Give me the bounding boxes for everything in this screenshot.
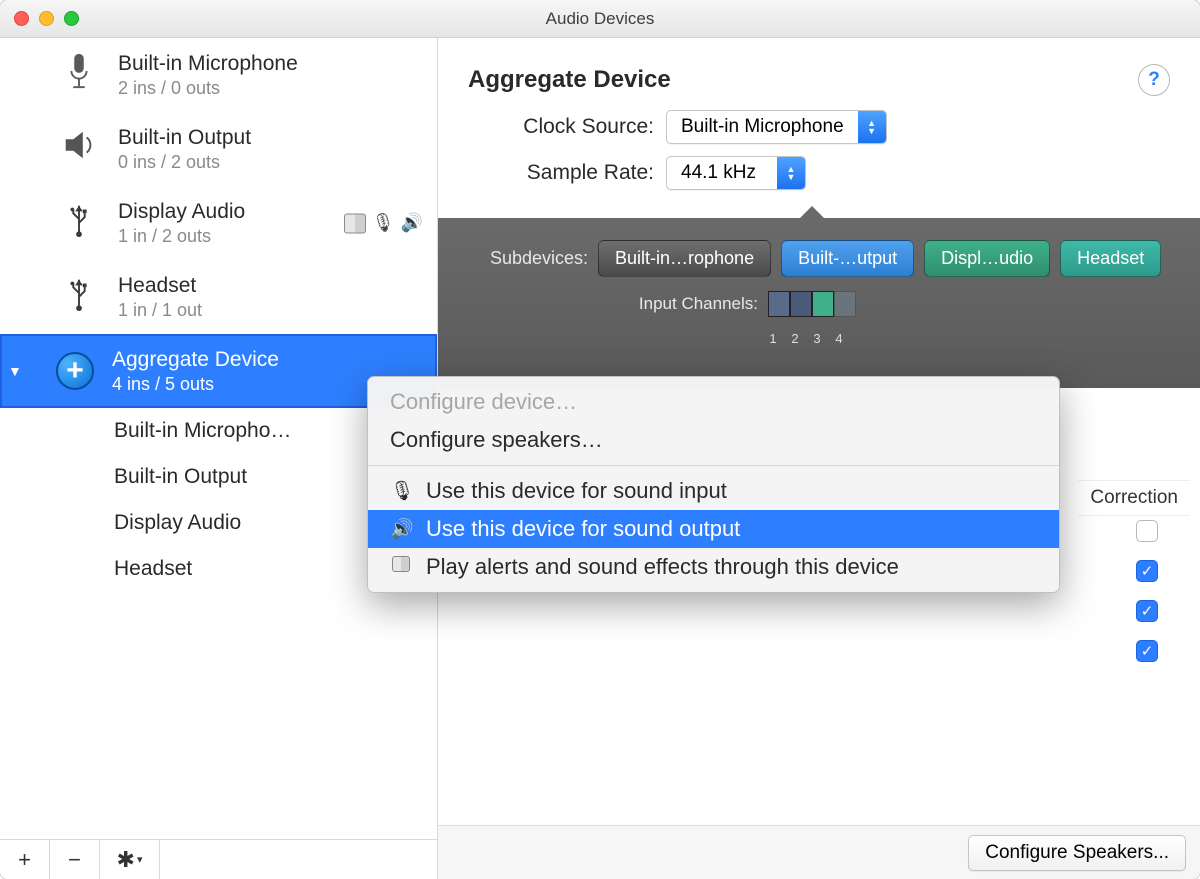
clock-source-select[interactable]: Built-in Microphone ▲▼ [666,110,887,144]
device-io: 4 ins / 5 outs [112,374,279,395]
sample-rate-select[interactable]: 44.1 kHz ▲▼ [666,156,806,190]
device-io: 1 in / 2 outs [118,226,245,247]
context-menu: Configure device… Configure speakers… 🎙 … [367,376,1060,593]
select-arrows-icon: ▲▼ [858,111,886,143]
subdevice-pill-builtin-mic[interactable]: Built-in…rophone [598,240,771,277]
sidebar-footer: + − ✱▾ [0,839,437,879]
subdevices-bar: Subdevices: Built-in…rophone Built-…utpu… [438,218,1200,388]
menu-item-play-alerts[interactable]: Play alerts and sound effects through th… [368,548,1059,586]
sample-rate-value: 44.1 kHz [667,157,777,189]
correction-checkbox-column: ✓ ✓ ✓ [1136,520,1158,662]
device-item-headset[interactable]: Headset 1 in / 1 out [0,260,437,334]
correction-column-header: Correction [1078,480,1190,516]
microphone-icon: 🎙 [390,479,412,503]
aggregate-device-icon: + [56,352,94,390]
drift-correction-checkbox[interactable]: ✓ [1136,640,1158,662]
panel-title: Aggregate Device [468,66,1138,94]
clock-source-label: Clock Source: [482,115,654,139]
menu-item-use-for-output[interactable]: 🔊 Use this device for sound output [368,510,1059,548]
window-title: Audio Devices [0,9,1200,29]
finder-icon [344,213,366,233]
drift-correction-checkbox[interactable] [1136,520,1158,542]
usb-icon [58,200,100,246]
clock-source-value: Built-in Microphone [667,111,858,143]
device-io: 1 in / 1 out [118,300,202,321]
device-name: Headset [118,274,202,298]
device-name: Aggregate Device [112,348,279,372]
device-actions-menu-button[interactable]: ✱▾ [100,840,160,879]
device-item-display-audio[interactable]: Display Audio 1 in / 2 outs 🎙 🔊 [0,186,437,260]
device-status-icons: 🎙 🔊 [344,213,423,234]
speaker-icon: 🔊 [390,517,412,541]
speaker-icon [58,126,100,172]
device-name: Built-in Microphone [118,52,298,76]
device-item-builtin-mic[interactable]: Built-in Microphone 2 ins / 0 outs [0,38,437,112]
subdevice-pill-headset[interactable]: Headset [1060,240,1161,277]
input-channel-blocks [768,291,856,317]
sample-rate-label: Sample Rate: [482,161,654,185]
help-button[interactable]: ? [1138,64,1170,96]
gear-icon: ✱ [117,847,135,873]
speaker-status-icon: 🔊 [401,213,423,234]
chevron-down-icon: ▾ [137,853,143,866]
window: Audio Devices Built-in Microphone 2 ins … [0,0,1200,879]
device-name: Display Audio [118,200,245,224]
device-io: 0 ins / 2 outs [118,152,251,173]
disclosure-triangle-icon[interactable]: ▼ [8,363,22,379]
microphone-icon [58,52,100,98]
add-device-button[interactable]: + [0,840,50,879]
subdevice-pill-builtin-output[interactable]: Built-…utput [781,240,914,277]
configure-speakers-button[interactable]: Configure Speakers... [968,835,1186,871]
channel-numbers: 1 2 3 4 [762,331,1174,346]
mic-status-icon: 🎙 [372,213,395,234]
menu-item-use-for-input[interactable]: 🎙 Use this device for sound input [368,472,1059,510]
device-io: 2 ins / 0 outs [118,78,298,99]
usb-icon [58,274,100,320]
drift-correction-checkbox[interactable]: ✓ [1136,600,1158,622]
finder-icon [390,556,412,578]
select-arrows-icon: ▲▼ [777,157,805,189]
remove-device-button[interactable]: − [50,840,100,879]
menu-item-configure-speakers[interactable]: Configure speakers… [368,421,1059,459]
subdevices-label: Subdevices: [464,248,588,269]
main-footer: Configure Speakers... [438,825,1200,879]
menu-separator [368,465,1059,466]
titlebar: Audio Devices [0,0,1200,38]
device-item-builtin-output[interactable]: Built-in Output 0 ins / 2 outs [0,112,437,186]
drift-correction-checkbox[interactable]: ✓ [1136,560,1158,582]
menu-item-configure-device: Configure device… [368,383,1059,421]
device-name: Built-in Output [118,126,251,150]
input-channels-label: Input Channels: [464,294,758,314]
subdevice-pill-display-audio[interactable]: Displ…udio [924,240,1050,277]
